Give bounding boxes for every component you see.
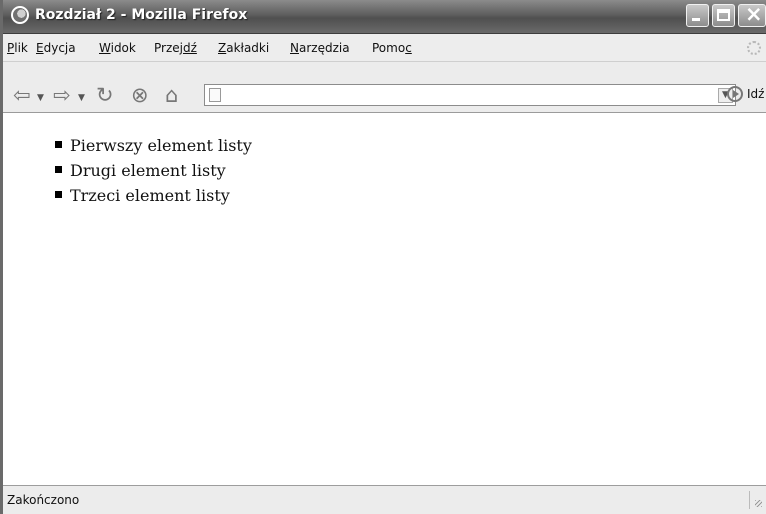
go-button-label[interactable]: Idź — [747, 87, 764, 101]
minimize-icon — [692, 18, 700, 21]
title-bar[interactable]: Rozdział 2 - Mozilla Firefox × — [3, 0, 766, 34]
menu-pomoc[interactable]: Pomoc — [372, 41, 412, 55]
page-content: Pierwszy element listy Drugi element lis… — [3, 113, 766, 484]
browser-window: Rozdział 2 - Mozilla Firefox × Plik Edyc… — [0, 0, 766, 514]
menu-zakladki[interactable]: Zakładki — [218, 41, 269, 55]
forward-arrow-icon[interactable]: ⇨ — [53, 84, 71, 106]
maximize-button[interactable] — [712, 4, 735, 27]
throbber-icon — [747, 41, 761, 55]
menu-edycja[interactable]: Edycja — [36, 41, 76, 55]
list-item: Pierwszy element listy — [38, 133, 252, 158]
status-text: Zakończono — [7, 493, 80, 507]
square-bullet-icon — [55, 191, 62, 198]
page-icon — [209, 88, 221, 102]
firefox-logo-icon — [11, 6, 29, 24]
back-dropdown-icon[interactable]: ▼ — [37, 93, 44, 103]
address-bar[interactable]: ▼ — [204, 84, 736, 106]
menu-narzedzia[interactable]: Narzędzia — [290, 41, 350, 55]
back-arrow-icon[interactable]: ⇦ — [13, 84, 31, 106]
stop-icon[interactable]: ⊗ — [131, 84, 149, 106]
close-button[interactable]: × — [738, 2, 766, 27]
bulleted-list: Pierwszy element listy Drugi element lis… — [38, 133, 252, 208]
resize-grip-icon[interactable] — [749, 491, 764, 509]
close-icon: × — [745, 2, 763, 26]
minimize-button[interactable] — [686, 4, 709, 27]
list-item: Drugi element listy — [38, 158, 252, 183]
menu-plik[interactable]: Plik — [7, 41, 28, 55]
go-icon[interactable] — [727, 86, 743, 102]
forward-dropdown-icon[interactable]: ▼ — [78, 93, 85, 103]
list-item: Trzeci element listy — [38, 183, 252, 208]
maximize-icon — [717, 9, 730, 21]
menu-bar: Plik Edycja Widok Przejdź Zakładki Narzę… — [3, 34, 766, 62]
status-bar: Zakończono — [3, 485, 766, 514]
home-icon[interactable]: ⌂ — [165, 84, 178, 106]
menu-widok[interactable]: Widok — [99, 41, 136, 55]
square-bullet-icon — [55, 141, 62, 148]
window-title: Rozdział 2 - Mozilla Firefox — [35, 7, 248, 23]
navigation-toolbar: ⇦ ▼ ⇨ ▼ ↻ ⊗ ⌂ ▼ Idź — [3, 62, 766, 113]
reload-icon[interactable]: ↻ — [96, 84, 114, 106]
menu-przejdz[interactable]: Przejdź — [154, 41, 197, 55]
square-bullet-icon — [55, 166, 62, 173]
